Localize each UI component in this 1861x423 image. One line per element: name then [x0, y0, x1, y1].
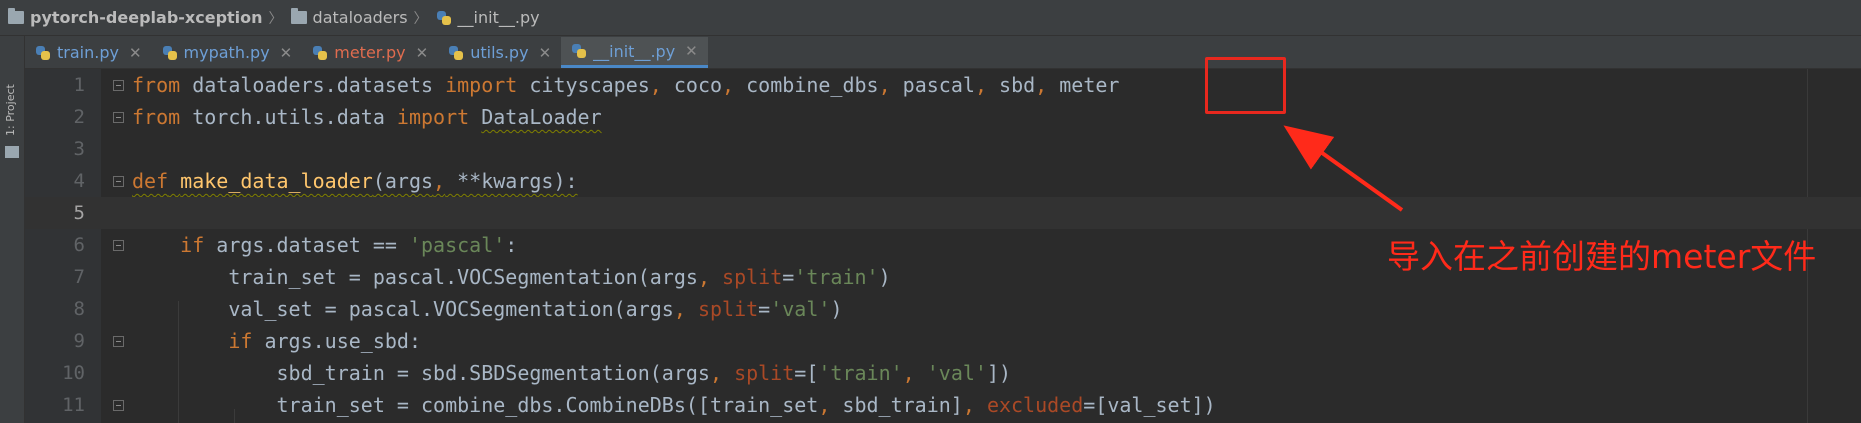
annotation-text: 导入在之前创建的meter文件	[1387, 237, 1817, 276]
annotation-arrow-icon	[1283, 125, 1404, 212]
